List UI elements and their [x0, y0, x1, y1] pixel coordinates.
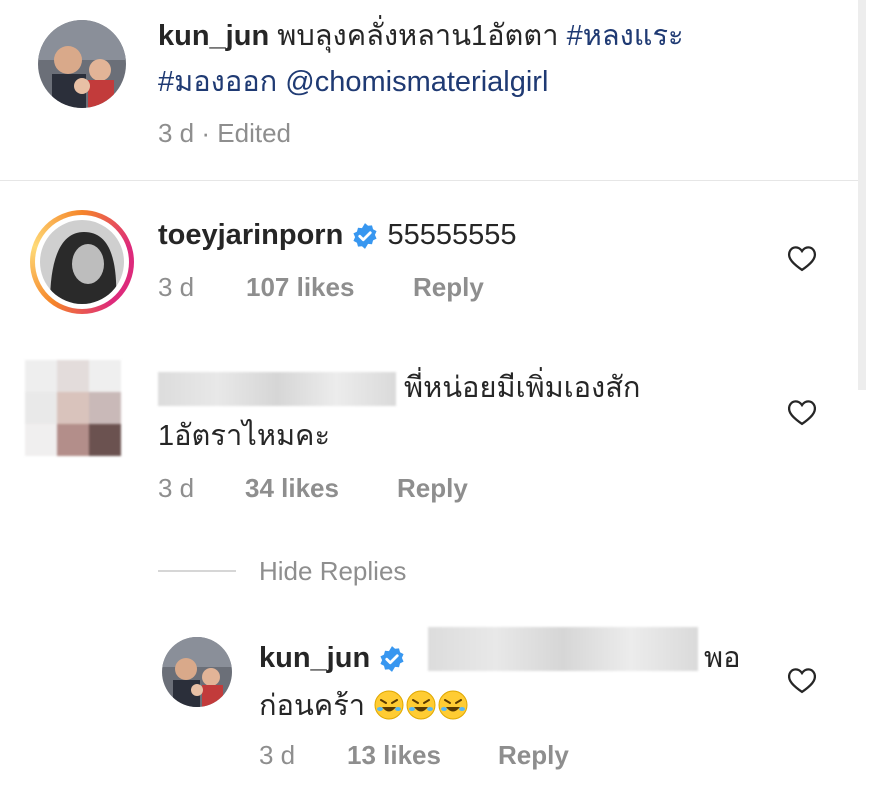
post-caption-line2: #มองออก @chomismaterialgirl — [158, 60, 548, 104]
rolling-on-floor-laughing-emoji — [406, 690, 436, 720]
reply-body-line2: ก่อนคร้า — [259, 684, 469, 728]
comment-2-time: 3 d — [158, 473, 195, 503]
comment-1-text: 55555555 — [387, 219, 517, 251]
verified-badge-icon — [353, 223, 377, 250]
comment-1-likes[interactable]: 107 likes — [246, 272, 354, 302]
comment-2-text-line1: พี่หน่อยมีเพิ่มเองสัก — [404, 372, 641, 404]
blurred-avatar[interactable] — [25, 360, 121, 456]
post-author-username[interactable]: kun_jun — [158, 20, 269, 52]
reply-author-username[interactable]: kun_jun — [259, 642, 370, 674]
divider — [0, 180, 858, 181]
verified-badge-icon — [380, 646, 404, 673]
heart-outline-icon[interactable] — [787, 666, 817, 694]
post-meta: 3 d · Edited — [158, 118, 291, 148]
comment-1-meta: 3 d — [158, 272, 194, 303]
heart-outline-icon[interactable] — [787, 244, 817, 272]
mention-link[interactable]: @chomismaterialgirl — [285, 66, 548, 98]
comment-1-username[interactable]: toeyjarinporn — [158, 219, 343, 251]
edited-label: Edited — [217, 118, 291, 148]
hide-replies-button[interactable]: Hide Replies — [259, 556, 406, 586]
reply-author-avatar[interactable] — [162, 637, 232, 707]
reply-body-line1: kun_jun — [259, 636, 406, 680]
post-author-avatar[interactable] — [38, 20, 126, 108]
reply-text-line1-end: พอ — [704, 642, 741, 674]
comment-1-reply-button[interactable]: Reply — [413, 272, 484, 302]
replies-divider-line — [158, 570, 236, 572]
hashtag-link[interactable]: #มองออก — [158, 66, 277, 98]
comment-1-time: 3 d — [158, 272, 195, 302]
post-caption-line1: kun_jun พบลุงคลั่งหลาน1อัตตา #หลงแระ — [158, 14, 684, 58]
heart-outline-icon[interactable] — [787, 398, 817, 426]
commenter-avatar-story-ring[interactable] — [30, 210, 134, 314]
comment-2-reply-button[interactable]: Reply — [397, 473, 468, 503]
post-caption-text: พบลุงคลั่งหลาน1อัตตา — [277, 20, 559, 52]
reply-likes[interactable]: 13 likes — [347, 740, 441, 770]
blurred-username — [158, 372, 396, 406]
rolling-on-floor-laughing-emoji — [374, 690, 404, 720]
rolling-on-floor-laughing-emoji — [438, 690, 468, 720]
comment-2-text-line2: 1อัตราไหมคะ — [158, 420, 331, 452]
scrollbar[interactable] — [858, 0, 866, 390]
reply-reply-button[interactable]: Reply — [498, 740, 569, 770]
post-time: 3 d — [158, 118, 195, 148]
hashtag-link[interactable]: #หลงแระ — [567, 20, 684, 52]
reply-text-line2: ก่อนคร้า — [259, 690, 366, 722]
reply-time: 3 d — [259, 740, 296, 770]
comment-2-likes[interactable]: 34 likes — [245, 473, 339, 503]
blurred-mention — [428, 627, 698, 671]
comment-1-body: toeyjarinporn 55555555 — [158, 213, 516, 257]
